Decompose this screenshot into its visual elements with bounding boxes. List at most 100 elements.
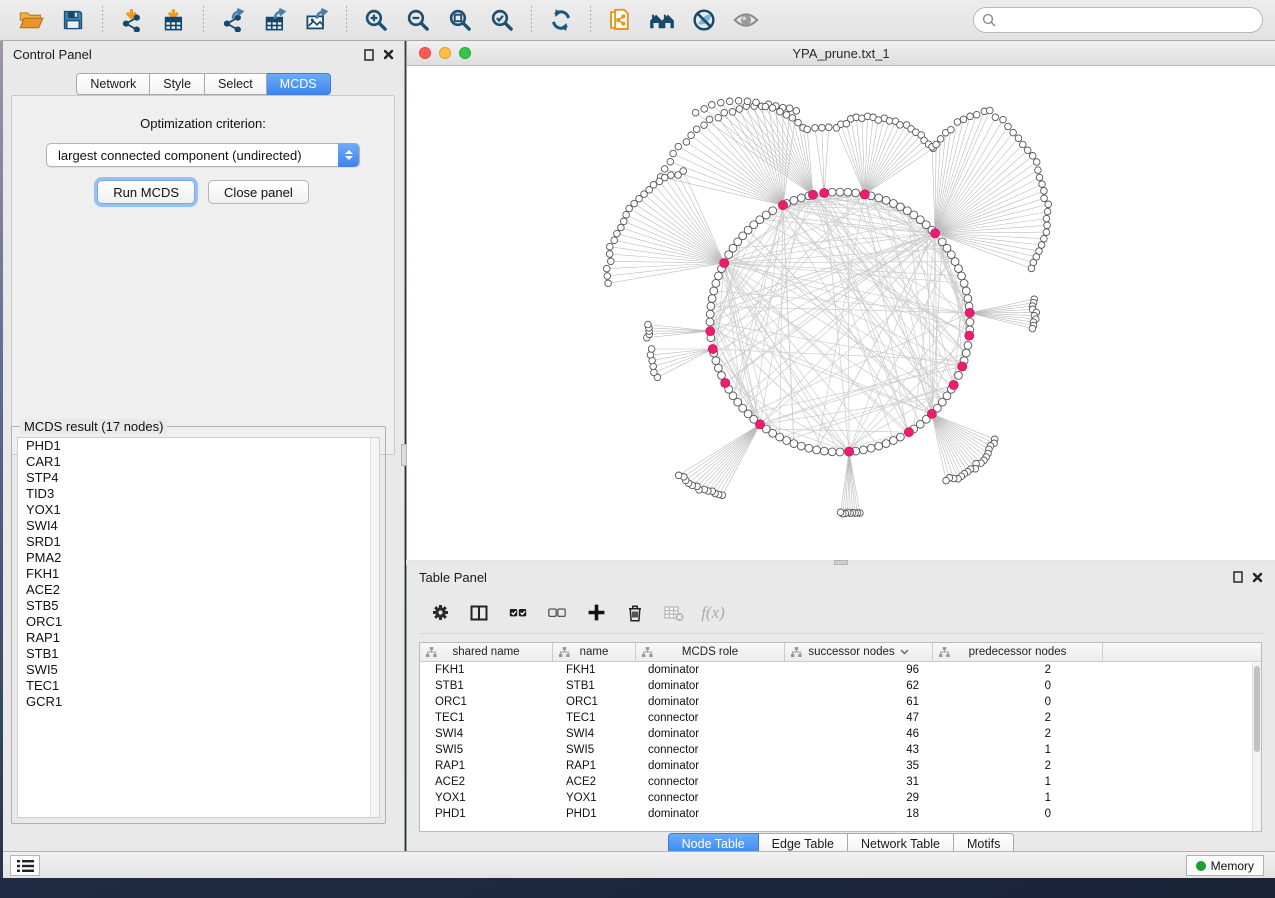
hide-graphics-details-icon[interactable] (689, 5, 719, 35)
node-table: shared namenameMCDS rolesuccessor nodesp… (419, 642, 1262, 832)
search-icon (982, 13, 997, 28)
zoom-in-icon[interactable] (361, 5, 391, 35)
export-network-icon[interactable] (218, 5, 248, 35)
mcds-list-scrollbar[interactable] (370, 438, 379, 817)
cell: PHD1 (553, 806, 636, 822)
mcds-result-item[interactable]: GCR1 (18, 694, 379, 710)
float-table-panel-icon[interactable] (1233, 571, 1243, 583)
zoom-out-icon[interactable] (403, 5, 433, 35)
vertical-splitter[interactable] (401, 444, 407, 466)
panel-list-button[interactable] (10, 855, 40, 876)
mcds-result-item[interactable]: YOX1 (18, 502, 379, 518)
show-annotations-icon[interactable] (731, 5, 761, 35)
cell: SWI5 (553, 742, 636, 758)
mcds-result-item[interactable]: SWI4 (18, 518, 379, 534)
column-settings-icon[interactable] (429, 602, 451, 624)
table-row[interactable]: STB1STB1dominator620 (420, 678, 1261, 694)
apply-function-icon: f(x) (702, 602, 724, 624)
float-panel-icon[interactable] (364, 49, 374, 61)
column-header-successor-nodes[interactable]: successor nodes (785, 643, 933, 661)
refresh-network-icon[interactable] (546, 5, 576, 35)
cell: 1 (933, 790, 1103, 806)
network-window-titlebar: YPA_prune.txt_1 (407, 41, 1275, 66)
mcds-result-item[interactable]: PMA2 (18, 550, 379, 566)
cell: dominator (636, 662, 785, 678)
minimize-window-button[interactable] (439, 47, 451, 59)
import-table-icon[interactable] (159, 5, 189, 35)
network-canvas[interactable] (407, 66, 1275, 560)
select-stepper-icon (338, 143, 359, 167)
zoom-window-button[interactable] (459, 47, 471, 59)
cell: connector (636, 710, 785, 726)
delete-table-icon (663, 602, 685, 624)
close-panel-button[interactable]: Close panel (208, 180, 309, 204)
toggle-panel-icon[interactable] (468, 602, 490, 624)
mcds-result-item[interactable]: SRD1 (18, 534, 379, 550)
cell: ACE2 (553, 774, 636, 790)
table-row[interactable]: SWI5SWI5connector431 (420, 742, 1261, 758)
selected-criterion: largest connected component (undirected) (58, 148, 302, 163)
cell: FKH1 (420, 662, 553, 678)
mcds-result-item[interactable]: ORC1 (18, 614, 379, 630)
table-row[interactable]: FKH1FKH1dominator962 (420, 662, 1261, 678)
cell: 29 (785, 790, 933, 806)
column-header-predecessor-nodes[interactable]: predecessor nodes (933, 643, 1103, 661)
cell: dominator (636, 806, 785, 822)
add-row-icon[interactable] (585, 602, 607, 624)
run-mcds-button[interactable]: Run MCDS (97, 180, 195, 204)
cell: dominator (636, 694, 785, 710)
mcds-result-item[interactable]: STP4 (18, 470, 379, 486)
table-row[interactable]: TEC1TEC1connector472 (420, 710, 1261, 726)
table-row[interactable]: ORC1ORC1dominator610 (420, 694, 1261, 710)
cell: 0 (933, 678, 1103, 694)
column-header-shared-name[interactable]: shared name (420, 643, 553, 661)
status-bar: Memory (0, 851, 1275, 878)
close-window-button[interactable] (419, 47, 431, 59)
table-row[interactable]: ACE2ACE2connector311 (420, 774, 1261, 790)
table-row[interactable]: YOX1YOX1connector291 (420, 790, 1261, 806)
zoom-fit-icon[interactable] (445, 5, 475, 35)
delete-row-icon[interactable] (624, 602, 646, 624)
close-panel-icon[interactable] (383, 49, 394, 60)
optimization-criterion-select[interactable]: largest connected component (undirected) (46, 143, 360, 167)
import-network-icon[interactable] (117, 5, 147, 35)
cell: ORC1 (420, 694, 553, 710)
mcds-result-item[interactable]: ACE2 (18, 582, 379, 598)
tab-network[interactable]: Network (76, 73, 150, 95)
export-image-icon[interactable] (302, 5, 332, 35)
mcds-result-item[interactable]: SWI5 (18, 662, 379, 678)
unselect-all-icon[interactable] (546, 602, 568, 624)
column-header-filler (1103, 643, 1261, 661)
mcds-result-item[interactable]: RAP1 (18, 630, 379, 646)
clone-network-icon[interactable] (605, 5, 635, 35)
table-row[interactable]: PHD1PHD1dominator180 (420, 806, 1261, 822)
mcds-result-item[interactable]: PHD1 (18, 438, 379, 454)
mcds-result-item[interactable]: CAR1 (18, 454, 379, 470)
column-header-MCDS-role[interactable]: MCDS role (636, 643, 785, 661)
zoom-selected-icon[interactable] (487, 5, 517, 35)
network-overview-icon[interactable] (647, 5, 677, 35)
mcds-result-item[interactable]: TID3 (18, 486, 379, 502)
cell: 2 (933, 710, 1103, 726)
tab-select[interactable]: Select (205, 73, 267, 95)
mcds-result-item[interactable]: STB1 (18, 646, 379, 662)
save-session-icon[interactable] (58, 5, 88, 35)
table-row[interactable]: RAP1RAP1dominator352 (420, 758, 1261, 774)
memory-button[interactable]: Memory (1186, 855, 1264, 876)
cell: RAP1 (420, 758, 553, 774)
table-scrollbar[interactable] (1252, 663, 1261, 831)
search-input[interactable] (997, 13, 1254, 28)
column-header-name[interactable]: name (553, 643, 636, 661)
open-file-icon[interactable] (16, 5, 46, 35)
table-row[interactable]: SWI4SWI4dominator462 (420, 726, 1261, 742)
cell: dominator (636, 758, 785, 774)
close-table-panel-icon[interactable] (1252, 572, 1263, 583)
mcds-result-item[interactable]: TEC1 (18, 678, 379, 694)
tab-style[interactable]: Style (150, 73, 205, 95)
cell: SWI5 (420, 742, 553, 758)
mcds-result-item[interactable]: FKH1 (18, 566, 379, 582)
mcds-result-item[interactable]: STB5 (18, 598, 379, 614)
select-all-icon[interactable] (507, 602, 529, 624)
tab-mcds[interactable]: MCDS (267, 73, 331, 95)
export-table-icon[interactable] (260, 5, 290, 35)
